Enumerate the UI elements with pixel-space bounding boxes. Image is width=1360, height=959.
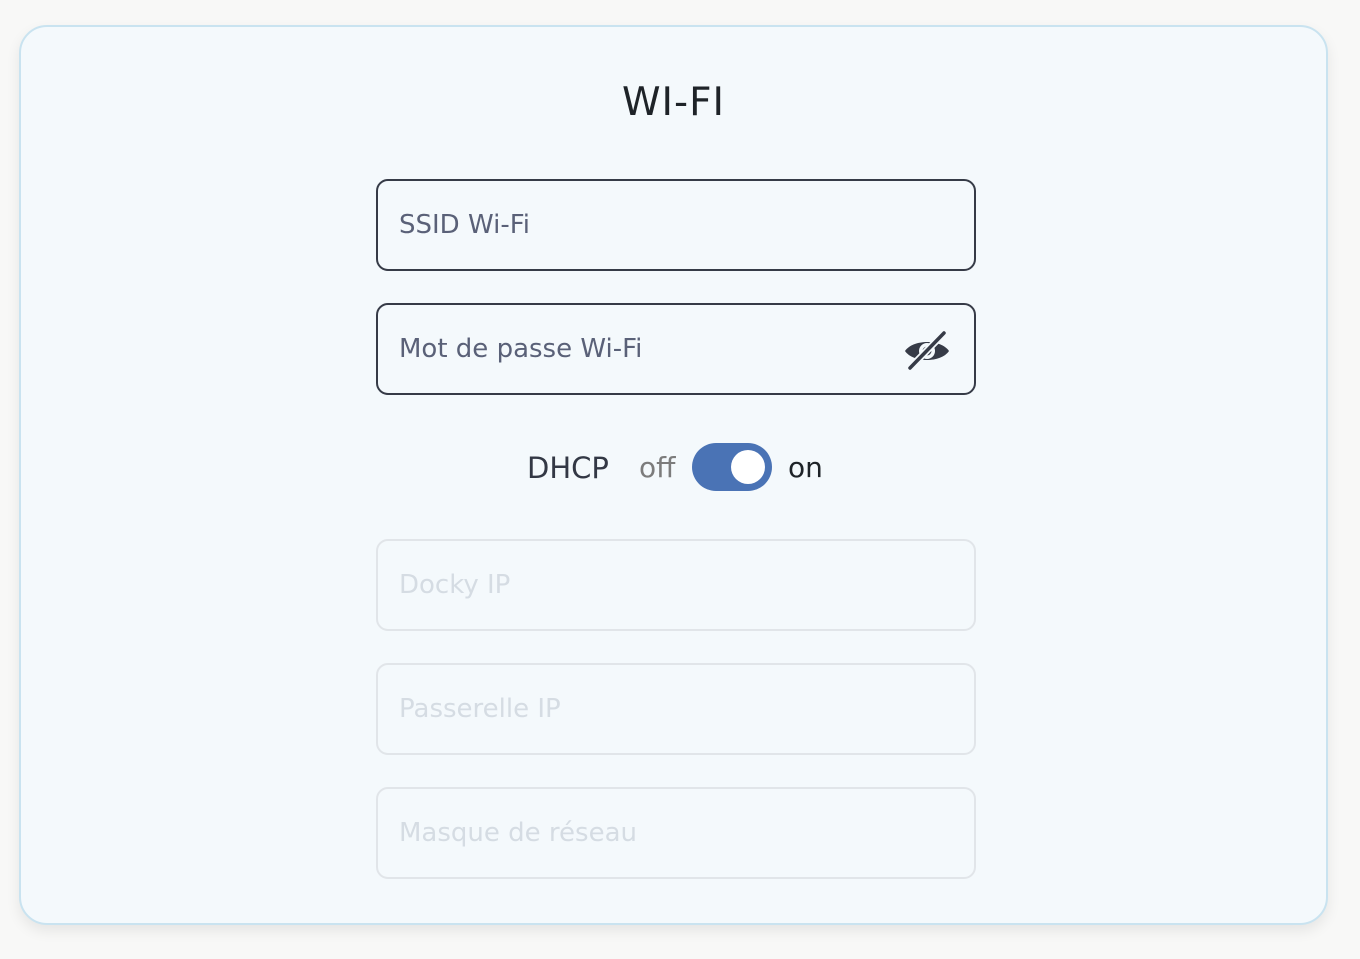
password-field[interactable] (376, 303, 976, 395)
dhcp-row: DHCP off on (21, 440, 1326, 496)
dhcp-toggle-knob (731, 450, 765, 484)
page-title: WI-FI (621, 80, 726, 125)
dhcp-label: DHCP (527, 451, 609, 485)
dhcp-off-label: off (639, 451, 676, 484)
docky-ip-input (378, 541, 974, 629)
wifi-settings-card: WI-FI DHCP off on (19, 25, 1328, 925)
gateway-ip-input (378, 665, 974, 753)
docky-ip-field (376, 539, 976, 631)
gateway-ip-field (376, 663, 976, 755)
dhcp-on-label: on (788, 451, 823, 484)
eye-slash-icon[interactable] (900, 329, 954, 373)
netmask-input (378, 789, 974, 877)
netmask-field (376, 787, 976, 879)
dhcp-toggle[interactable] (692, 443, 772, 491)
password-input[interactable] (378, 305, 974, 393)
ssid-input[interactable] (378, 181, 974, 269)
ssid-field[interactable] (376, 179, 976, 271)
